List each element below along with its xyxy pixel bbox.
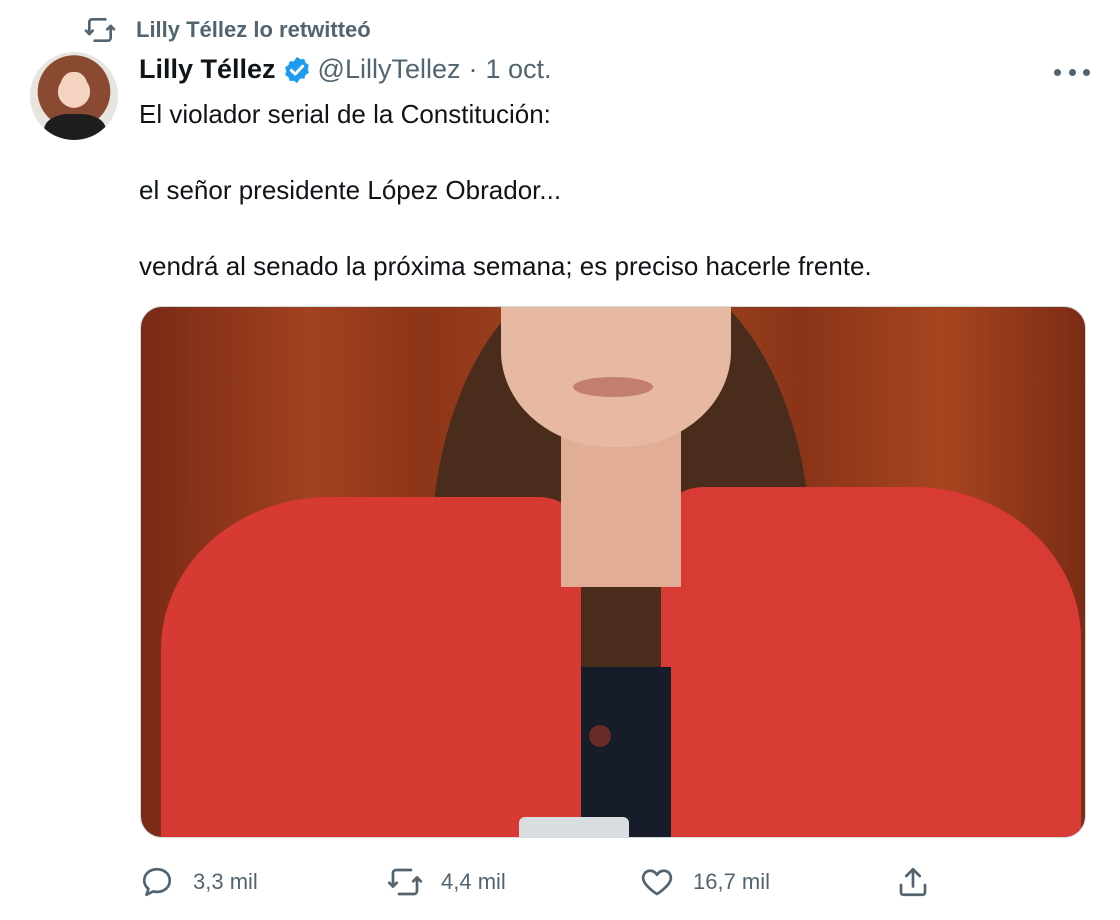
avatar[interactable] (30, 52, 118, 140)
retweet-button[interactable]: 4,4 mil (387, 858, 506, 906)
tweet-text: El violador serial de la Constitución: e… (139, 95, 1079, 285)
like-count: 16,7 mil (693, 869, 771, 894)
retweet-count: 4,4 mil (441, 869, 506, 894)
reply-button[interactable]: 3,3 mil (139, 858, 258, 906)
tweet-photo[interactable] (140, 306, 1086, 838)
tweet-header: Lilly Téllez @LillyTellez · 1 oct. (139, 54, 552, 85)
author-name[interactable]: Lilly Téllez (139, 54, 276, 85)
separator-dot: · (468, 54, 478, 84)
retweet-icon (84, 18, 116, 42)
verified-badge-icon (284, 56, 309, 83)
author-handle[interactable]: @LillyTellez (318, 54, 461, 85)
reply-count: 3,3 mil (193, 869, 258, 894)
tweet-date[interactable]: 1 oct. (486, 54, 552, 85)
share-button[interactable] (895, 858, 931, 906)
more-options-icon[interactable] (1054, 66, 1090, 78)
like-button[interactable]: 16,7 mil (639, 858, 770, 906)
tweet-paragraph: el señor presidente López Obrador... (139, 175, 562, 205)
retweet-icon (387, 868, 423, 896)
tweet-actions: 3,3 mil 4,4 mil 16,7 mil (139, 858, 939, 906)
share-icon (899, 867, 927, 897)
tweet-paragraph: vendrá al senado la próxima semana; es p… (139, 251, 872, 281)
retweet-banner-text: Lilly Téllez lo retwitteó (136, 17, 371, 42)
retweet-banner[interactable]: Lilly Téllez lo retwitteó (84, 14, 371, 46)
reply-icon (142, 867, 172, 897)
tweet-paragraph: El violador serial de la Constitución: (139, 99, 551, 129)
heart-icon (641, 869, 673, 896)
